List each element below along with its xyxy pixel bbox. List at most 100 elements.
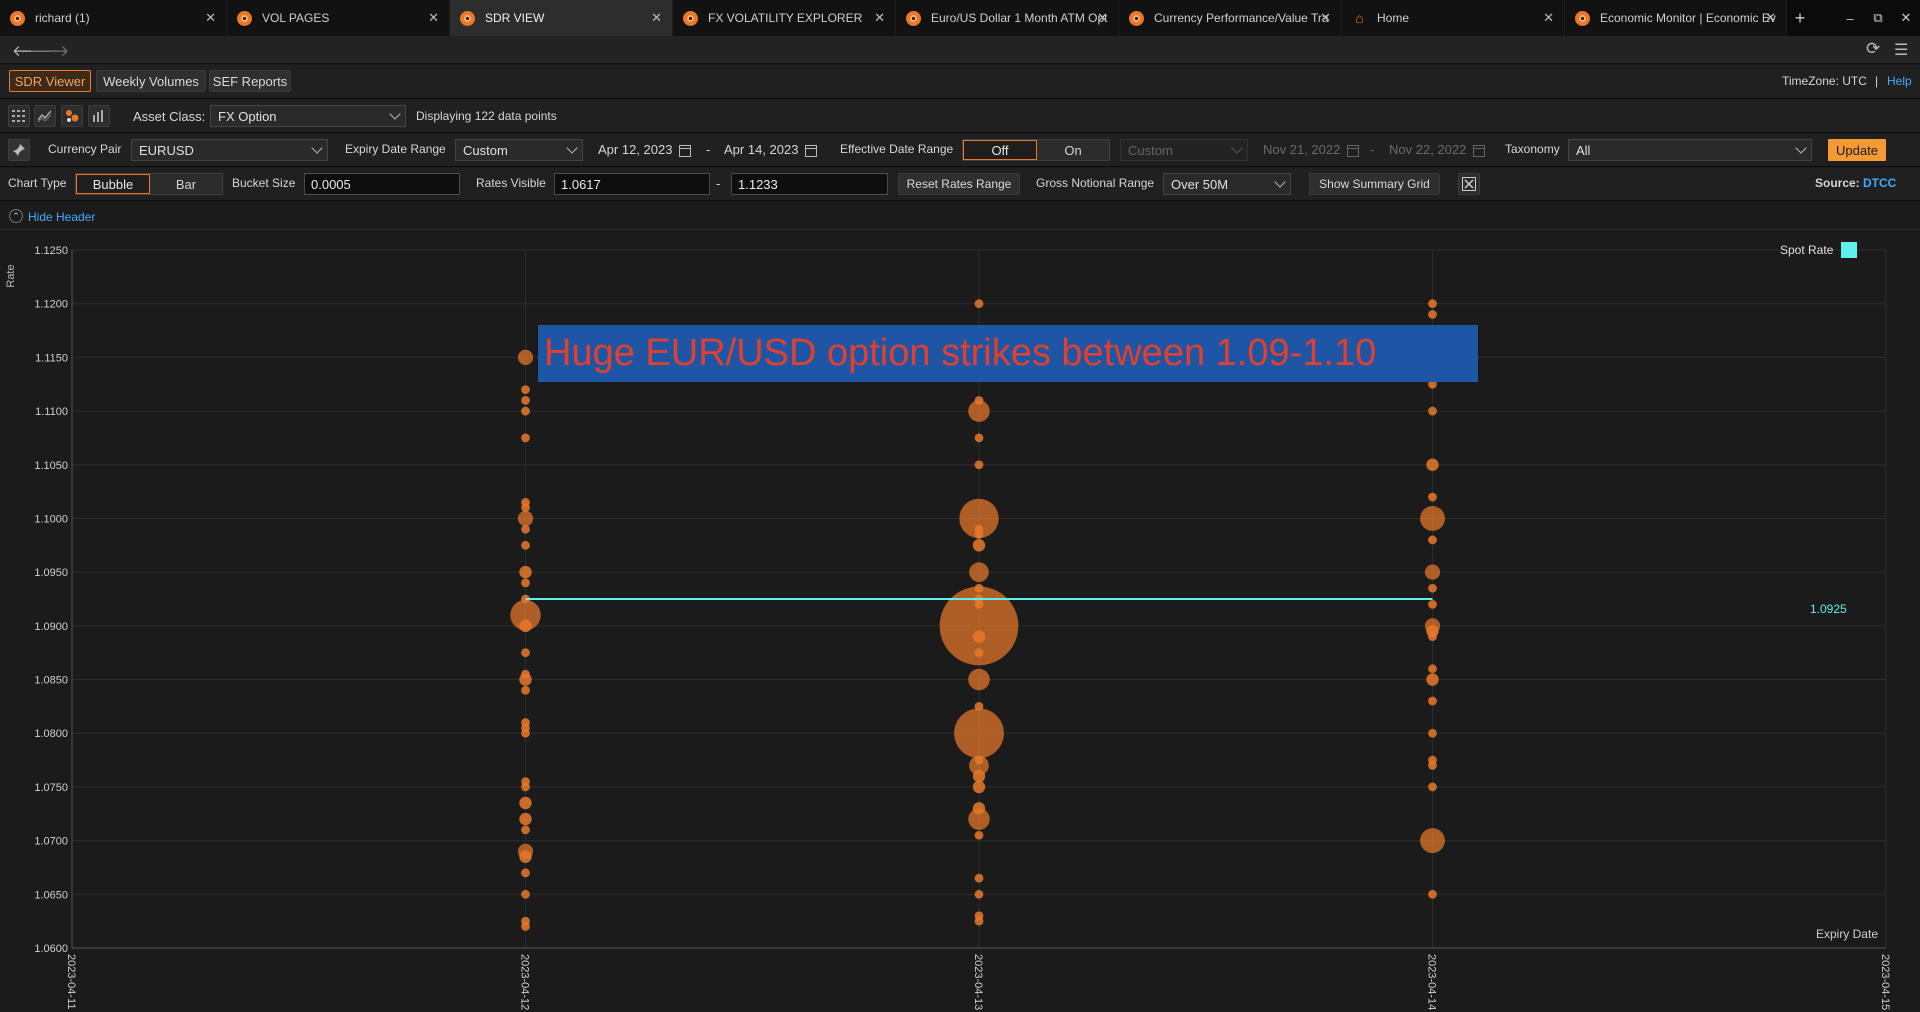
close-tab-icon[interactable]: ✕ [874, 10, 885, 26]
currency-pair-label: Currency Pair [48, 142, 122, 156]
y-tick-label: 1.1200 [34, 299, 68, 311]
browser-tab[interactable]: SDR VIEW ✕ [450, 0, 673, 36]
close-tab-icon[interactable]: ✕ [205, 10, 216, 26]
tab-sef-reports[interactable]: SEF Reports [209, 70, 291, 92]
show-summary-grid-button[interactable]: Show Summary Grid [1309, 173, 1440, 195]
browser-tab-label: FX VOLATILITY EXPLORER [708, 11, 863, 25]
expiry-range-select[interactable]: Custom [455, 139, 583, 161]
close-tab-icon[interactable]: ✕ [651, 10, 662, 26]
taxonomy-select[interactable]: All [1568, 139, 1812, 161]
y-tick-label: 1.0750 [34, 782, 68, 794]
x-tick-label: 2023-04-15 [1879, 954, 1891, 1010]
browser-tab[interactable]: VOL PAGES ✕ [227, 0, 450, 36]
reset-rates-button[interactable]: Reset Rates Range [898, 173, 1020, 195]
bubble-point [968, 400, 990, 422]
browser-tab[interactable]: ⌂ Home ✕ [1342, 0, 1565, 36]
bubble-point [969, 562, 989, 582]
bubble-point [1428, 782, 1437, 792]
bubble-point [1428, 406, 1437, 416]
bubble-point [519, 673, 532, 686]
chevron-down-icon [389, 108, 401, 120]
bubble-point [974, 916, 984, 926]
close-tab-icon[interactable]: ✕ [1765, 10, 1776, 26]
bubble-point [521, 782, 530, 792]
bubble-point [972, 630, 986, 643]
bubble-point [974, 873, 984, 883]
tab-weekly-volumes[interactable]: Weekly Volumes [96, 70, 206, 92]
pin-icon[interactable] [8, 139, 30, 161]
chevron-down-icon [1231, 142, 1243, 154]
effective-range-value: Custom [1128, 142, 1173, 158]
bubble-point [1424, 564, 1441, 580]
bar-chart-icon[interactable] [88, 105, 110, 127]
chart-type-toggle[interactable]: Bubble Bar [75, 173, 223, 195]
browser-tab[interactable]: FX VOLATILITY EXPLORER ✕ [673, 0, 896, 36]
bubble-point [974, 433, 984, 443]
timezone-separator: | [1875, 74, 1879, 88]
expiry-to-date[interactable]: Apr 14, 2023 [724, 142, 818, 157]
bubble-point [521, 889, 530, 899]
minimize-icon[interactable]: – [1836, 0, 1864, 36]
toolbar-chart-options: Chart Type Bubble Bar Bucket Size 0.0005… [0, 168, 1920, 201]
update-button[interactable]: Update [1828, 139, 1886, 161]
collapse-icon[interactable]: ⌃ [9, 209, 23, 223]
y-tick-label: 1.0900 [34, 621, 68, 633]
tab-sdr-viewer[interactable]: SDR Viewer [9, 70, 91, 92]
effective-date-toggle[interactable]: Off On [962, 139, 1110, 161]
app-logo-icon [1575, 10, 1590, 26]
hide-header-link[interactable]: Hide Header [28, 210, 95, 224]
rates-from-input[interactable]: 1.0617 [554, 173, 710, 195]
close-tab-icon[interactable]: ✕ [1543, 10, 1554, 26]
line-chart-icon[interactable] [34, 105, 56, 127]
effective-off-option[interactable]: Off [963, 140, 1037, 160]
expiry-range-label: Expiry Date Range [345, 142, 446, 156]
refresh-icon[interactable]: ⟳ [1866, 39, 1880, 59]
bubble-point [1428, 583, 1437, 593]
calendar-icon[interactable] [679, 144, 692, 157]
expiry-range-value: Custom [463, 142, 508, 158]
currency-pair-select[interactable]: EURUSD [131, 139, 328, 161]
bubble-point [517, 510, 534, 527]
restore-icon[interactable]: ⧉ [1864, 0, 1892, 36]
browser-tab[interactable]: richard (1) ✕ [0, 0, 227, 36]
close-tab-icon[interactable]: ✕ [1320, 10, 1331, 26]
y-tick-label: 1.0800 [34, 728, 68, 740]
bucket-size-input[interactable]: 0.0005 [304, 173, 460, 195]
asset-class-select[interactable]: FX Option [210, 105, 406, 127]
close-tab-icon[interactable]: ✕ [1097, 10, 1108, 26]
bubble-point [519, 812, 532, 826]
bar-option[interactable]: Bar [150, 174, 222, 194]
source-link[interactable]: DTCC [1863, 176, 1896, 190]
close-window-icon[interactable]: ✕ [1892, 0, 1920, 36]
expiry-from-date[interactable]: Apr 12, 2023 [598, 142, 692, 157]
calendar-icon[interactable] [805, 144, 818, 157]
menu-icon[interactable]: ☰ [1894, 40, 1908, 60]
export-excel-icon[interactable] [1458, 173, 1480, 195]
grid-view-icon[interactable] [8, 105, 30, 127]
browser-tab-label: Home [1377, 11, 1410, 25]
bubble-point [1428, 492, 1437, 502]
new-tab-button[interactable]: + [1787, 0, 1813, 36]
gross-notional-select[interactable]: Over 50M [1163, 173, 1291, 195]
close-tab-icon[interactable]: ✕ [428, 10, 439, 26]
bubble-point [974, 299, 984, 309]
bubble-point [519, 850, 532, 863]
bubble-option[interactable]: Bubble [76, 174, 150, 194]
bubble-point [1428, 310, 1437, 319]
forward-icon[interactable]: 🡒 [29, 41, 69, 60]
y-tick-label: 1.1050 [34, 460, 68, 472]
expiry-from-value: Apr 12, 2023 [598, 142, 673, 157]
help-link[interactable]: Help [1887, 74, 1912, 88]
browser-tab[interactable]: Economic Monitor | Economic Ev ✕ [1565, 0, 1787, 36]
browser-tab-label: richard (1) [35, 11, 90, 25]
rates-to-input[interactable]: 1.1233 [731, 173, 888, 195]
spot-rate-legend: Spot Rate [1780, 242, 1858, 258]
effective-range-label: Effective Date Range [840, 142, 954, 156]
bubble-chart-icon[interactable] [61, 105, 83, 127]
browser-tab[interactable]: Euro/US Dollar 1 Month ATM Opt ✕ [896, 0, 1119, 36]
rates-dash: - [716, 176, 721, 191]
effective-on-option[interactable]: On [1037, 140, 1109, 160]
bubble-point [519, 796, 532, 810]
browser-tab[interactable]: Currency Performance/Value Tra ✕ [1119, 0, 1342, 36]
bubble-point [521, 406, 530, 416]
